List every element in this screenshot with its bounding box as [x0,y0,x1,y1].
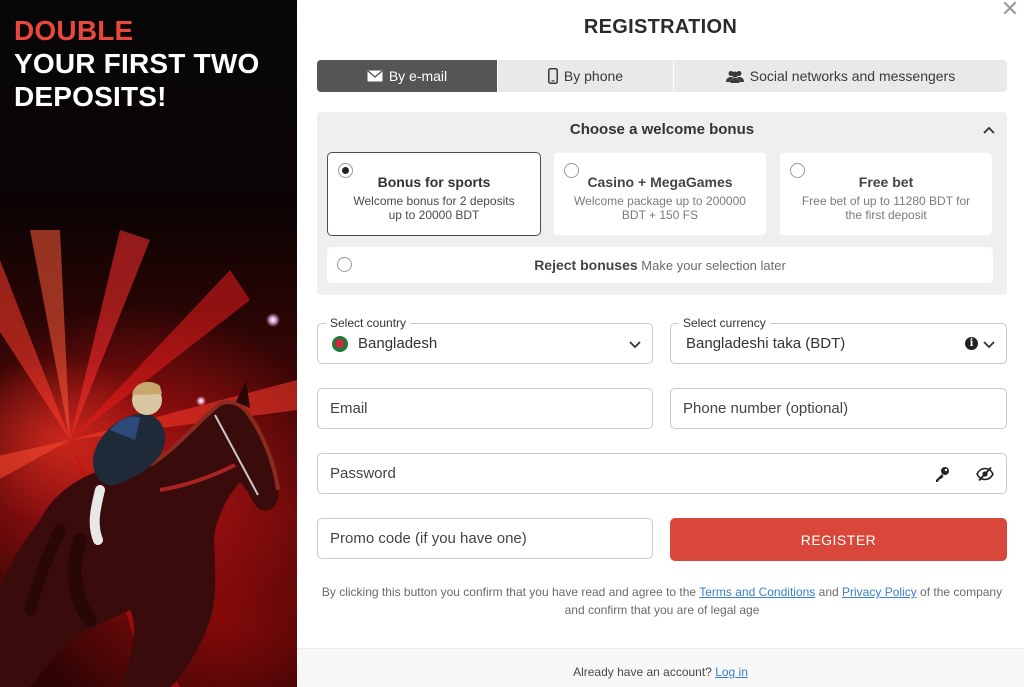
password-field[interactable]: Password [317,453,1007,494]
privacy-link[interactable]: Privacy Policy [842,585,917,599]
bonus-option-desc: Welcome bonus for 2 deposits up to 20000… [353,194,515,222]
promo-banner: DOUBLE YOUR FIRST TWO DEPOSITS! [0,0,297,687]
bonus-option-title: Bonus for sports [377,174,491,190]
currency-select[interactable]: Select currency Bangladeshi taka (BDT) i [670,316,1007,364]
email-field[interactable]: Email [317,388,653,429]
country-value: Bangladesh [358,335,438,352]
tab-by-phone[interactable]: By phone [498,60,674,92]
info-icon[interactable]: i [965,337,978,350]
bonus-option-title: Casino + MegaGames [587,174,733,190]
bonus-option-free-bet[interactable]: Free bet Free bet of up to 11280 BDT for… [779,152,993,236]
key-icon[interactable] [933,465,951,483]
password-placeholder: Password [330,465,396,482]
tab-social-networks[interactable]: Social networks and messengers [674,60,1007,92]
terms-link[interactable]: Terms and Conditions [699,585,815,599]
phone-field[interactable]: Phone number (optional) [670,388,1007,429]
tab-label: By phone [563,68,624,84]
bonus-heading: Choose a welcome bonus [569,121,755,138]
legal-notice: By clicking this button you confirm that… [315,583,1009,619]
login-prompt: Already have an account? Log in [297,665,1024,679]
reject-bonuses-title: Reject bonuses [534,257,638,273]
promo-code-field[interactable]: Promo code (if you have one) [317,518,653,559]
registration-panel: ✕ REGISTRATION By e-mail By phone Social… [297,0,1024,687]
login-question: Already have an account? [573,665,712,679]
login-footer: Already have an account? Log in [297,648,1024,687]
tab-label: By e-mail [388,68,448,84]
chevron-up-icon[interactable] [981,122,997,138]
chevron-down-icon [983,341,995,349]
login-link[interactable]: Log in [715,665,748,679]
promo-headline-line2: YOUR FIRST TWO [14,48,260,79]
country-select[interactable]: Select country Bangladesh [317,316,653,364]
reject-bonuses-desc: Make your selection later [641,258,786,273]
legal-and: and [818,585,839,599]
promo-headline-line1: DOUBLE [14,15,134,46]
currency-value: Bangladeshi taka (BDT) [686,335,846,352]
envelope-icon [367,70,383,82]
country-label: Select country [326,316,411,330]
bonus-option-desc: Welcome package up to 200000 BDT + 150 F… [574,194,746,222]
promo-headline: DOUBLE YOUR FIRST TWO DEPOSITS! [14,14,259,113]
registration-method-tabs: By e-mail By phone Social networks and m… [317,60,1007,92]
tab-by-email[interactable]: By e-mail [317,60,498,92]
bangladesh-flag-icon [332,336,348,352]
legal-prefix: By clicking this button you confirm that… [321,585,697,599]
email-placeholder: Email [330,400,368,417]
jockey-horse-illustration [0,380,280,687]
tab-label: Social networks and messengers [749,68,956,84]
chevron-down-icon [629,341,641,349]
bonus-option-casino[interactable]: Casino + MegaGames Welcome package up to… [553,152,767,236]
register-button[interactable]: REGISTER [670,518,1007,561]
eye-slash-icon[interactable] [976,465,994,483]
phone-icon [547,68,558,84]
reject-bonuses-option[interactable]: Reject bonuses Make your selection later [327,247,993,283]
reject-bonuses-text: Reject bonuses Make your selection later [327,257,993,273]
bonus-option-sports[interactable]: Bonus for sports Welcome bonus for 2 dep… [327,152,541,236]
phone-placeholder: Phone number (optional) [683,400,849,417]
bonus-option-title: Free bet [858,174,914,190]
welcome-bonus-section: Choose a welcome bonus Bonus for sports … [317,112,1007,295]
users-icon [725,70,744,83]
currency-label: Select currency [679,316,770,330]
promo-headline-line3: DEPOSITS! [14,81,167,112]
page-title: REGISTRATION [583,16,738,38]
registration-screen: DOUBLE YOUR FIRST TWO DEPOSITS! ✕ REGIST… [0,0,1024,687]
promo-code-placeholder: Promo code (if you have one) [330,530,527,547]
bonus-option-desc: Free bet of up to 11280 BDT for the firs… [801,194,971,222]
